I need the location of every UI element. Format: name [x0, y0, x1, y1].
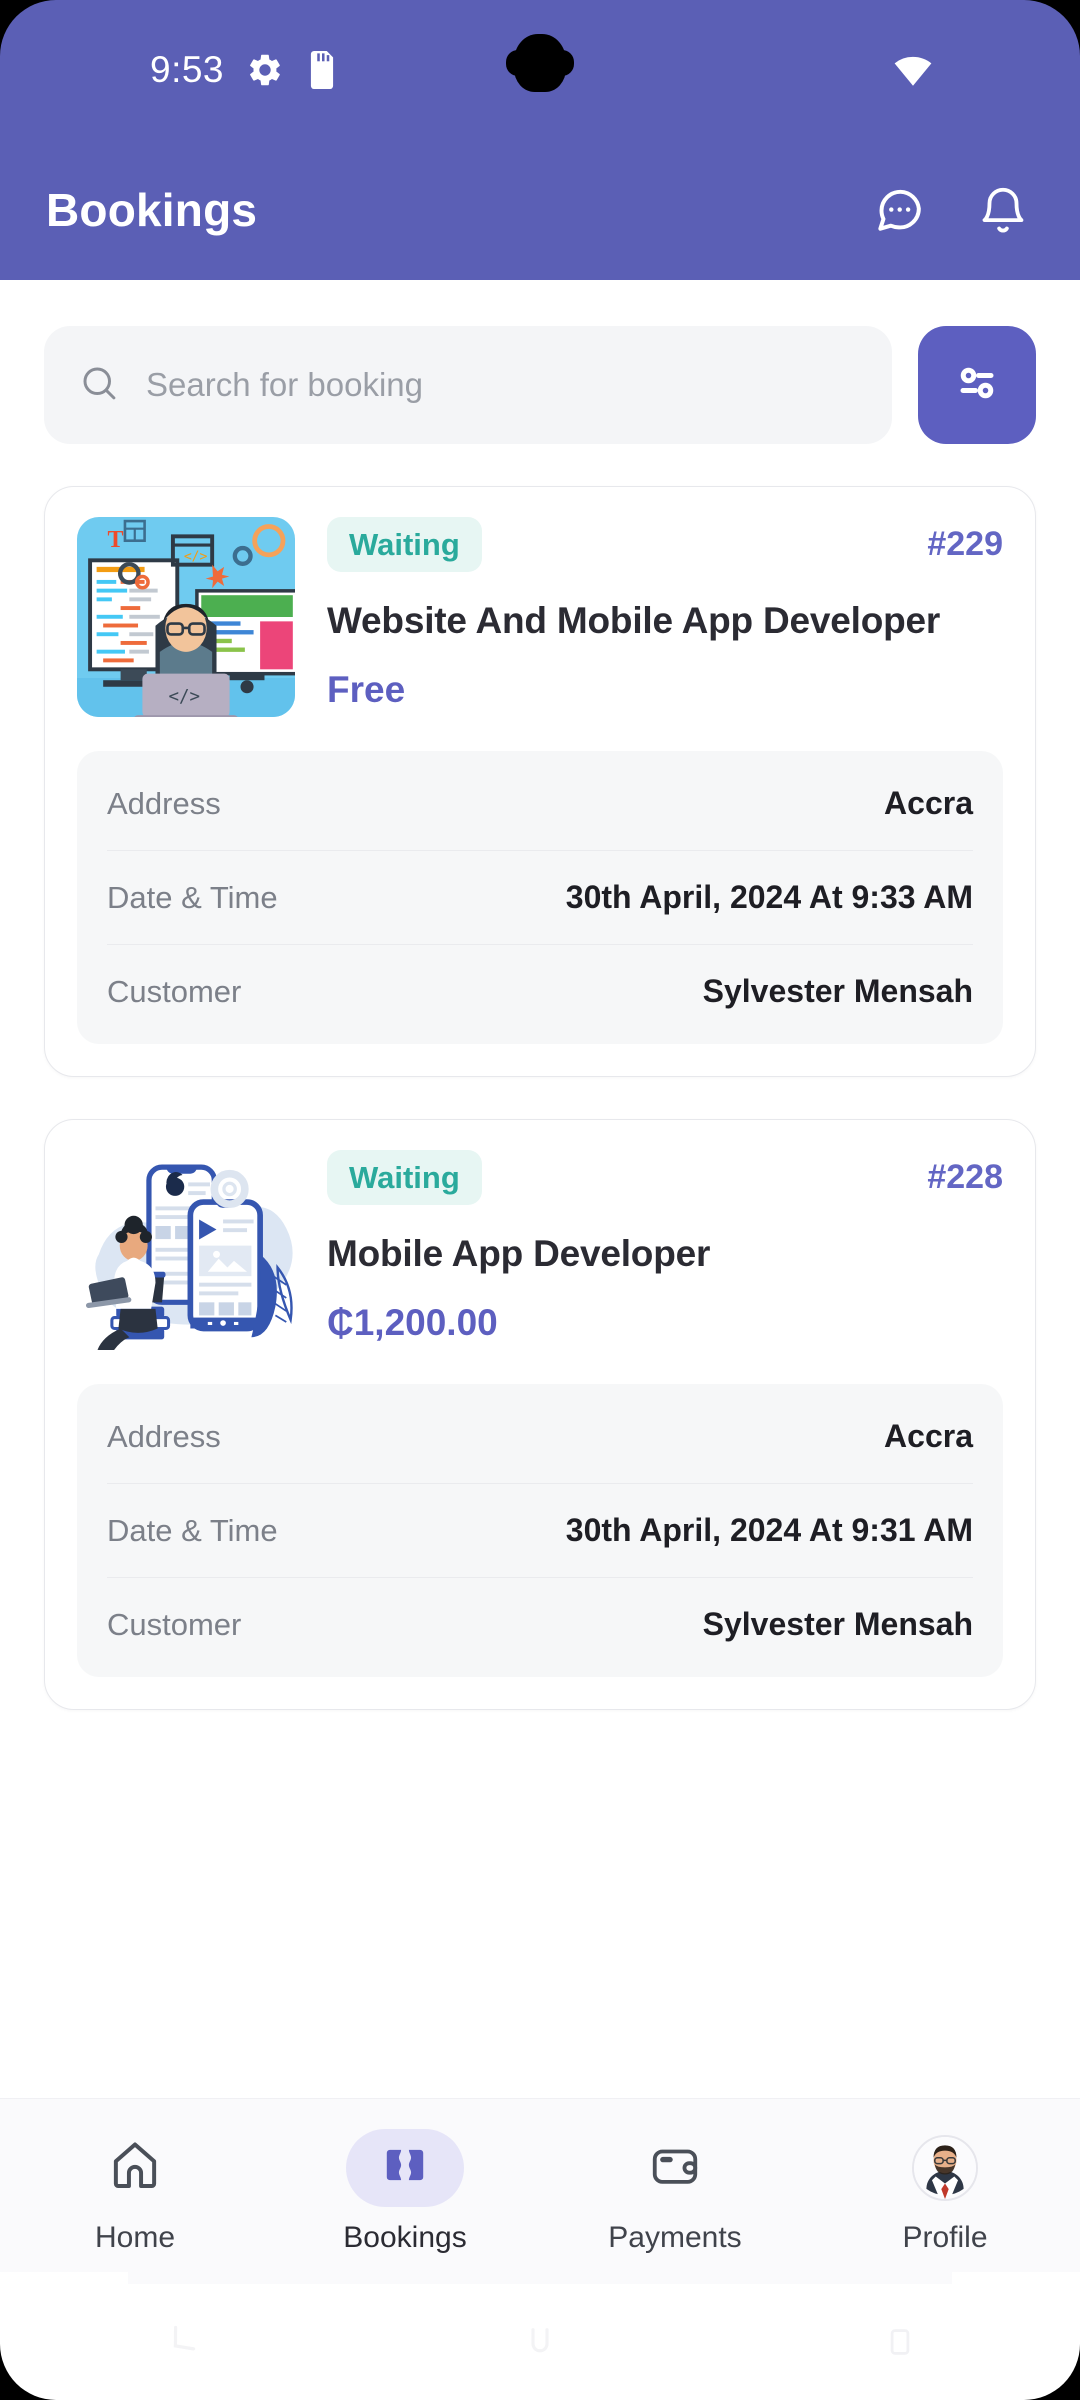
app-header: Bookings — [0, 140, 1080, 280]
detail-row-datetime: Date & Time 30th April, 2024 At 9:33 AM — [107, 851, 973, 945]
search-row — [44, 326, 1036, 444]
home-icon-wrap — [76, 2129, 194, 2207]
detail-value: 30th April, 2024 At 9:33 AM — [565, 879, 973, 915]
wallet-icon — [648, 2138, 702, 2197]
detail-value: 30th April, 2024 At 9:31 AM — [565, 1512, 973, 1548]
booking-price: ₵1,200.00 — [327, 1301, 498, 1343]
nav-item-home[interactable]: Home — [0, 2129, 270, 2255]
status-badge: Waiting — [327, 517, 482, 572]
booking-card-top: Waiting #228 Mobile App Developer ₵1,200… — [77, 1150, 1003, 1350]
chat-icon[interactable] — [868, 179, 930, 241]
website-developer-illustration: </> T </> — [77, 517, 295, 717]
booking-title: Mobile App Developer — [327, 1233, 711, 1274]
filter-icon — [947, 353, 1007, 418]
home-pill-icon[interactable] — [480, 2312, 600, 2372]
booking-details: Address Accra Date & Time 30th April, 20… — [77, 751, 1003, 1044]
profile-icon-wrap — [886, 2129, 1004, 2207]
nav-item-payments[interactable]: Payments — [540, 2129, 810, 2255]
payments-icon-wrap — [616, 2129, 734, 2207]
ticket-icon — [379, 2139, 431, 2196]
filter-button[interactable] — [918, 326, 1036, 444]
battery-icon — [1010, 49, 1036, 91]
detail-label: Customer — [107, 973, 242, 1009]
back-icon[interactable] — [120, 2312, 240, 2372]
booking-title: Website And Mobile App Developer — [327, 600, 941, 641]
detail-row-datetime: Date & Time 30th April, 2024 At 9:31 AM — [107, 1484, 973, 1578]
nav-label-payments: Payments — [608, 2220, 742, 2254]
sd-card-icon — [306, 51, 338, 89]
nav-label-home: Home — [94, 2220, 176, 2254]
detail-row-customer: Customer Sylvester Mensah — [107, 1578, 973, 1671]
avatar-icon — [912, 2134, 978, 2201]
status-badge: Waiting — [327, 1150, 482, 1205]
detail-row-address: Address Accra — [107, 1390, 973, 1484]
settings-gear-icon — [246, 51, 284, 89]
cellular-signal-icon — [952, 50, 992, 90]
status-bar-right — [892, 49, 1036, 91]
bell-icon[interactable] — [972, 179, 1034, 241]
booking-card[interactable]: Waiting #228 Mobile App Developer ₵1,200… — [44, 1119, 1036, 1710]
home-icon — [107, 2137, 163, 2198]
nav-label-bookings: Bookings — [343, 2220, 467, 2254]
search-icon — [78, 362, 120, 409]
status-bar-clock: 9:53 — [150, 49, 225, 90]
detail-value: Accra — [884, 1418, 973, 1454]
svg-text:T: T — [108, 527, 124, 553]
booking-price: Free — [327, 668, 406, 710]
search-input[interactable] — [146, 366, 858, 404]
booking-reference: #228 — [927, 1158, 1003, 1196]
booking-card-info: Waiting #229 Website And Mobile App Deve… — [327, 517, 1003, 717]
detail-row-customer: Customer Sylvester Mensah — [107, 945, 973, 1038]
nav-item-bookings[interactable]: Bookings — [270, 2128, 540, 2255]
detail-label: Address — [107, 1418, 221, 1454]
system-navigation-bar — [0, 2284, 1080, 2400]
bookings-icon-wrap — [346, 2128, 464, 2207]
booking-card-top: </> T </> Waiting #229 Website And Mobil… — [77, 517, 1003, 717]
page-title: Bookings — [46, 184, 258, 236]
badge-row: Waiting #228 — [327, 1150, 1003, 1205]
detail-label: Address — [107, 785, 221, 821]
badge-row: Waiting #229 — [327, 517, 1003, 572]
detail-label: Date & Time — [107, 879, 278, 915]
booking-details: Address Accra Date & Time 30th April, 20… — [77, 1384, 1003, 1677]
svg-text:</>: </> — [169, 687, 201, 707]
status-bar: 9:53 — [0, 0, 1080, 140]
bottom-navigation: Home Bookings Payments Profile — [0, 2098, 1080, 2284]
front-camera-cutout — [40, 30, 120, 110]
booking-card[interactable]: </> T </> Waiting #229 Website And Mobil… — [44, 486, 1036, 1077]
status-bar-left: 9:53 — [40, 30, 892, 110]
phone-screen: 9:53 Bookings Search for booking </> T <… — [0, 0, 1080, 2400]
detail-value: Accra — [884, 785, 973, 821]
recents-icon[interactable] — [840, 2312, 960, 2372]
notch-cutout — [506, 34, 574, 92]
nav-label-profile: Profile — [902, 2220, 988, 2254]
svg-text:</>: </> — [184, 549, 208, 564]
booking-reference: #229 — [927, 525, 1003, 563]
detail-label: Date & Time — [107, 1512, 278, 1548]
booking-card-info: Waiting #228 Mobile App Developer ₵1,200… — [327, 1150, 1003, 1350]
mobile-app-developer-illustration — [77, 1150, 295, 1350]
wifi-icon — [892, 49, 934, 91]
header-actions — [868, 179, 1034, 241]
detail-row-address: Address Accra — [107, 757, 973, 851]
detail-value: Sylvester Mensah — [702, 1606, 973, 1642]
detail-value: Sylvester Mensah — [702, 973, 973, 1009]
detail-label: Customer — [107, 1606, 242, 1642]
main-content: </> T — [0, 280, 1080, 1710]
search-box[interactable] — [44, 326, 892, 444]
nav-item-profile[interactable]: Profile — [810, 2129, 1080, 2255]
